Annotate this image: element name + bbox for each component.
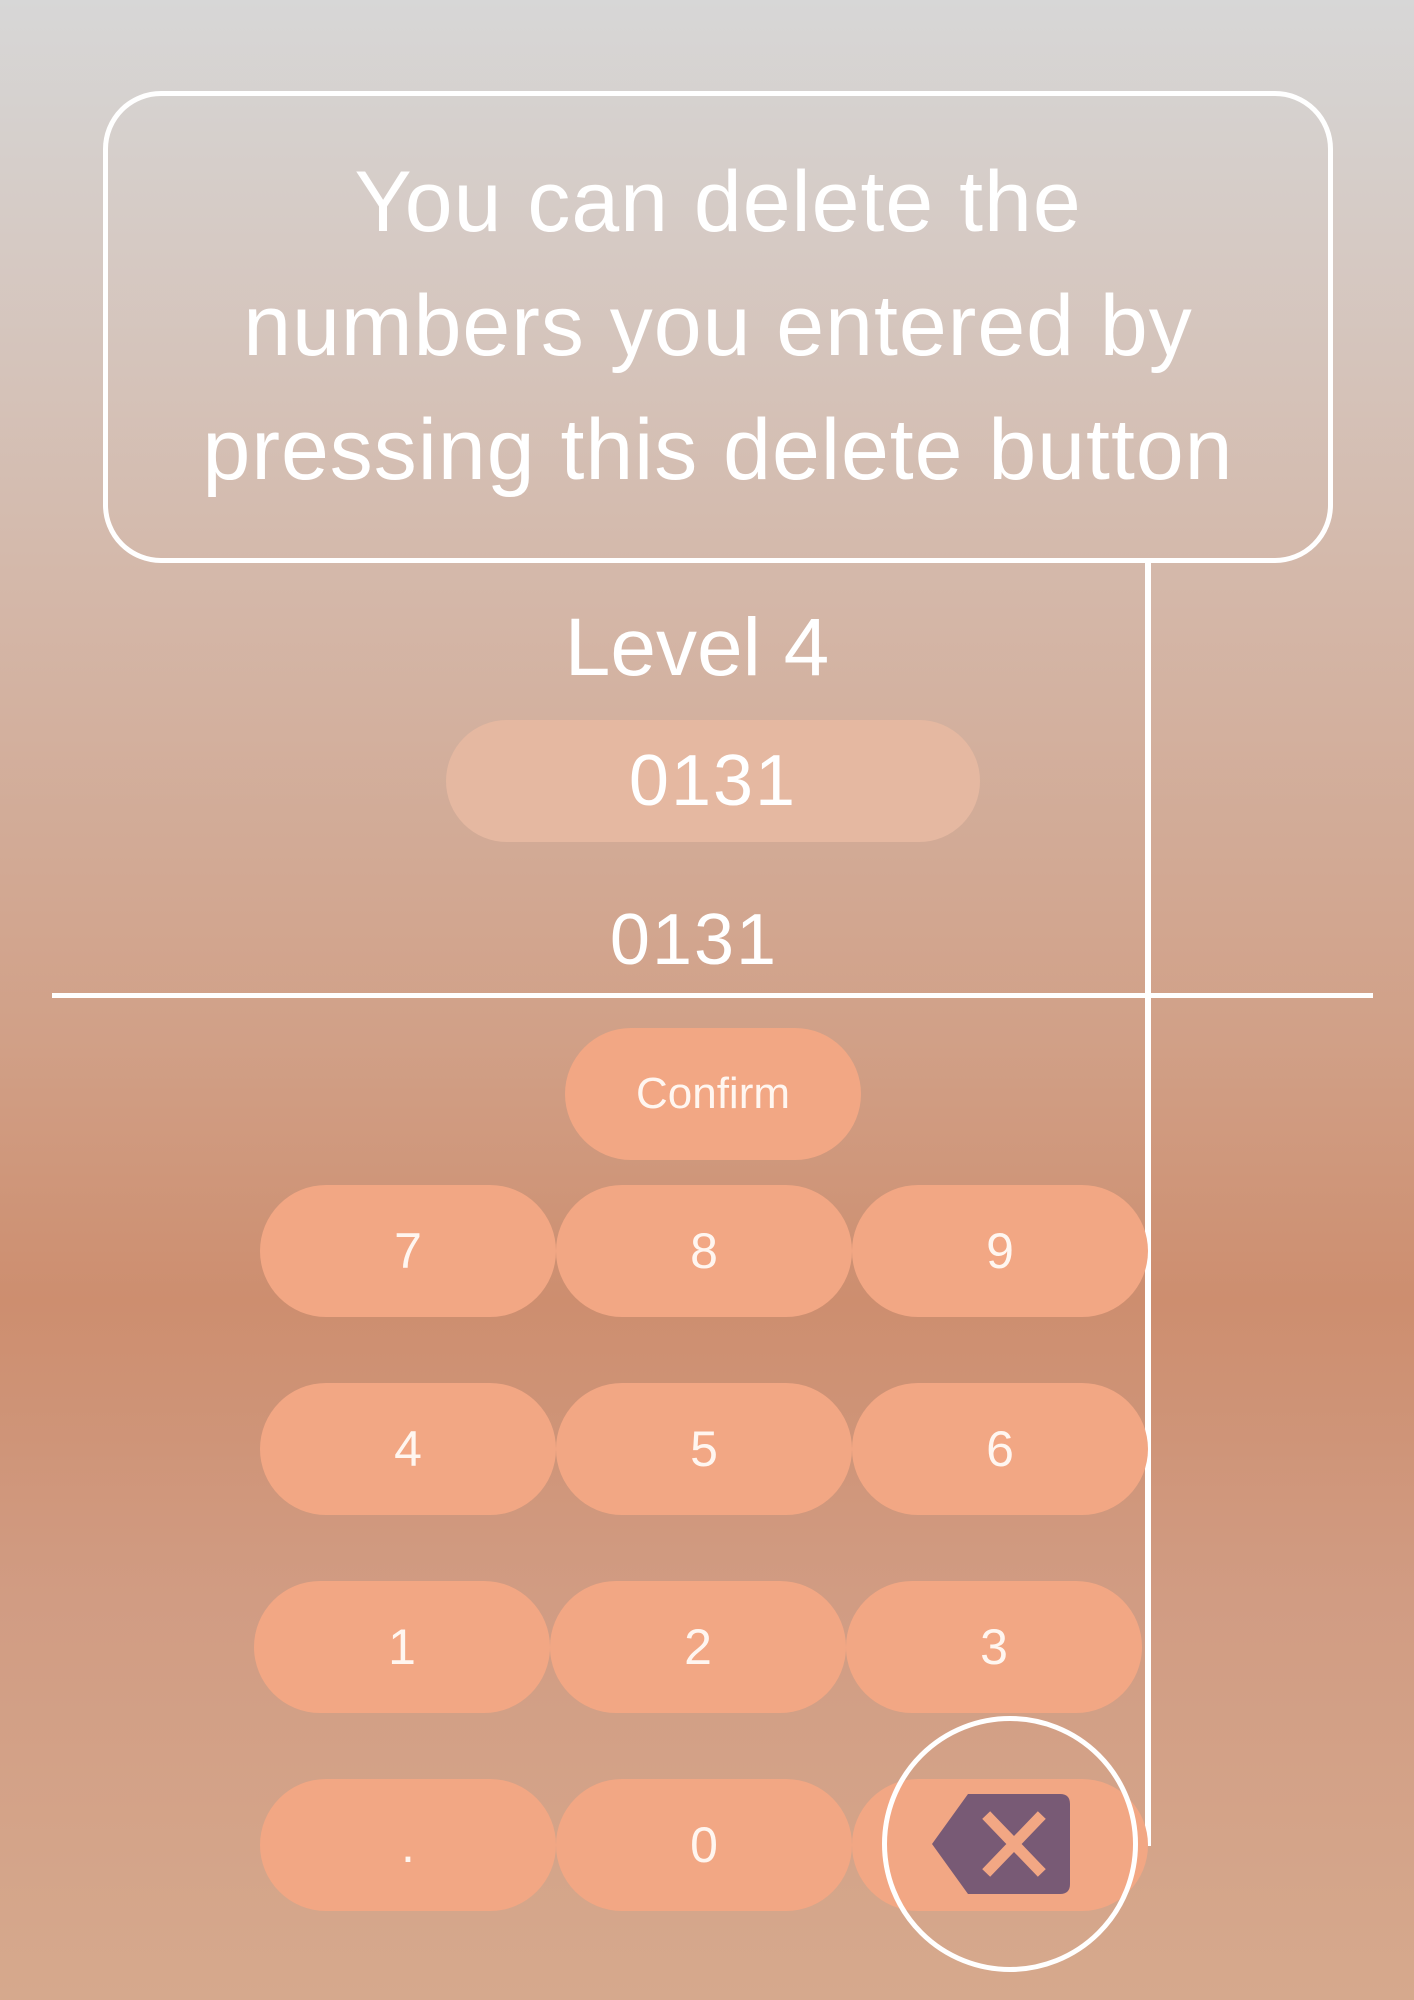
key-9[interactable]: 9: [852, 1185, 1148, 1317]
tooltip-text: You can delete the numbers you entered b…: [203, 140, 1234, 512]
confirm-button[interactable]: Confirm: [565, 1028, 861, 1160]
tooltip-callout: You can delete the numbers you entered b…: [103, 91, 1333, 563]
tooltip-connector-line: [1145, 563, 1151, 1846]
divider: [52, 993, 1373, 998]
key-0[interactable]: 0: [556, 1779, 852, 1911]
key-3[interactable]: 3: [846, 1581, 1142, 1713]
tooltip-line-2: numbers you entered by: [243, 278, 1193, 374]
tooltip-line-3: pressing this delete button: [202, 402, 1234, 498]
key-4[interactable]: 4: [260, 1383, 556, 1515]
key-8[interactable]: 8: [556, 1185, 852, 1317]
key-5[interactable]: 5: [556, 1383, 852, 1515]
key-1[interactable]: 1: [254, 1581, 550, 1713]
level-title: Level 4: [564, 602, 830, 693]
key-7[interactable]: 7: [260, 1185, 556, 1317]
backspace-icon[interactable]: [930, 1792, 1072, 1896]
key-6[interactable]: 6: [852, 1383, 1148, 1515]
key-decimal-point[interactable]: .: [260, 1779, 556, 1911]
entered-number: 0131: [609, 900, 779, 980]
number-display: 0131: [446, 720, 980, 842]
key-2[interactable]: 2: [550, 1581, 846, 1713]
backspace-icon-body: [932, 1794, 1070, 1894]
tooltip-line-1: You can delete the: [354, 154, 1082, 250]
